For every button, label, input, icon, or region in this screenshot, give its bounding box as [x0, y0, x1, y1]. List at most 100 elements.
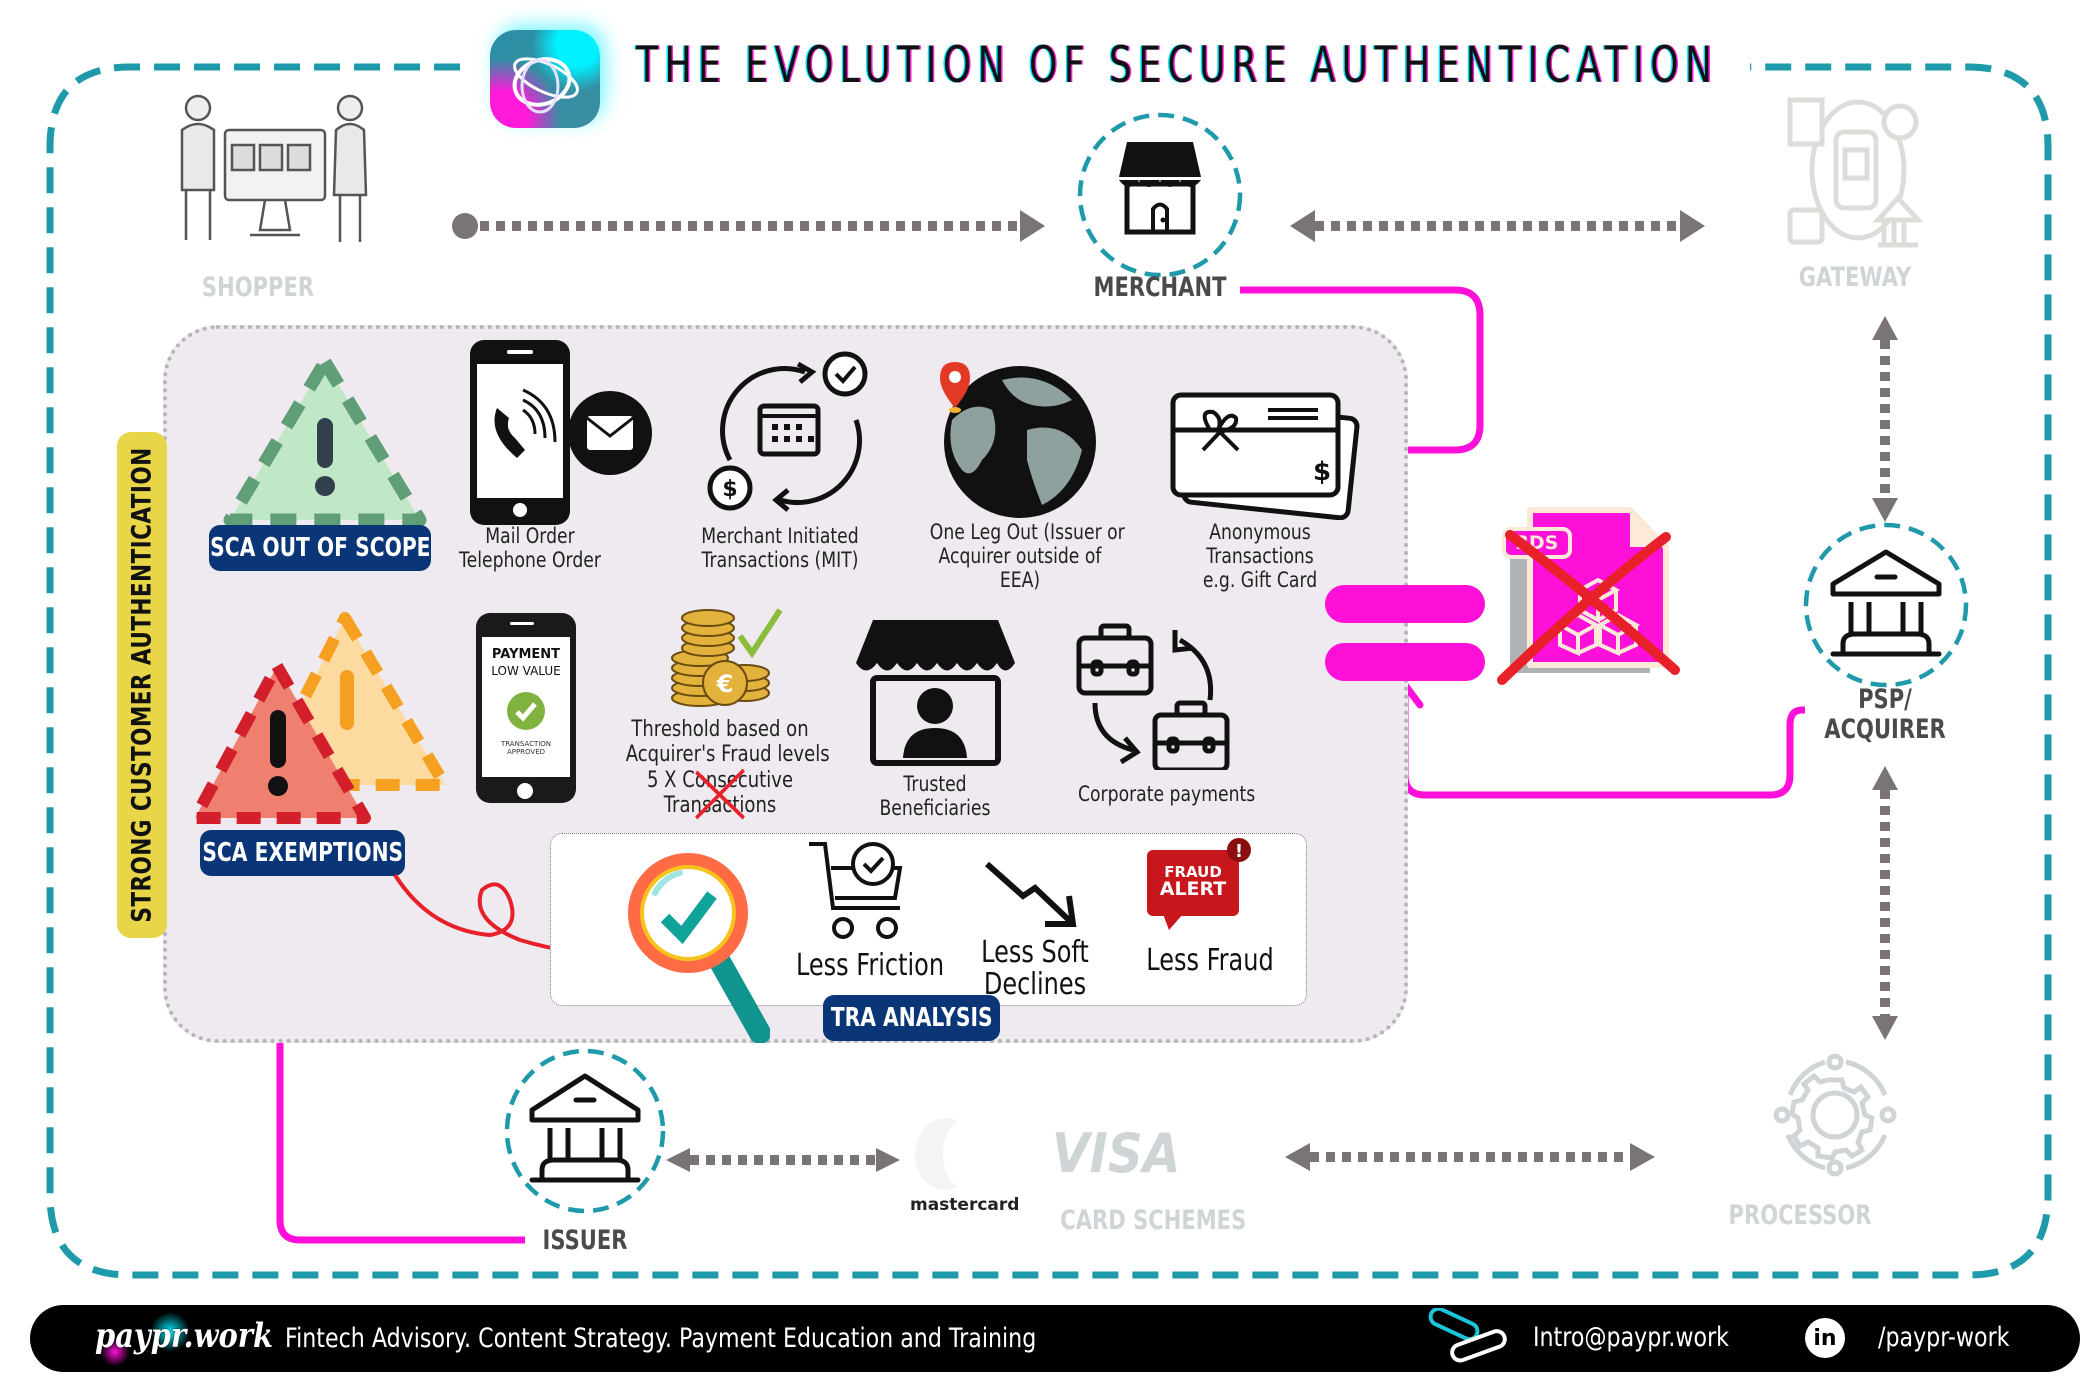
- psp-acquirer-node[interactable]: [1803, 522, 1969, 688]
- arrow-schemes-processor: [1285, 1143, 1655, 1171]
- caption-line: Transactions (MIT): [701, 548, 859, 573]
- mail-telephone-order-caption: Mail Order Telephone Order: [456, 524, 604, 572]
- linkedin-icon-text: in: [1813, 1325, 1837, 1351]
- arrow-merchant-gateway: [1290, 210, 1705, 242]
- visa-logo: VISA: [1052, 1122, 1181, 1185]
- sca-exemptions-badge: SCA EXEMPTIONS: [200, 830, 405, 876]
- caption-line: Trusted: [903, 772, 967, 796]
- merchant-node[interactable]: [1077, 112, 1243, 278]
- flow-psp-to-3ds: [1401, 690, 1805, 799]
- struck-caption: 5 X Consecutive Transactions: [626, 768, 815, 820]
- cart-check-icon: [809, 842, 903, 939]
- caption-line: Threshold based on: [631, 717, 809, 742]
- fraud-alert-icon: ! FRAUD ALERT: [1143, 838, 1253, 933]
- red-cross-icon: [695, 768, 745, 820]
- threshold-caption: Threshold based on Acquirer's Fraud leve…: [625, 717, 830, 820]
- sca-out-of-scope-badge: SCA OUT OF SCOPE: [209, 525, 431, 571]
- gateway-node[interactable]: [1778, 90, 1938, 250]
- footer-linkedin-link[interactable]: /paypr-work: [1878, 1322, 2009, 1353]
- globe-pin-icon: [940, 362, 1096, 518]
- shopper-label: SHOPPER: [201, 272, 315, 303]
- arrow-psp-processor: [1872, 766, 1898, 1040]
- phone-speaker: [510, 622, 534, 625]
- arrow-issuer-schemes: [666, 1148, 900, 1172]
- caption-line: Merchant Initiated: [701, 524, 859, 548]
- processor-node[interactable]: [1760, 1040, 1910, 1190]
- issuer-label: ISSUER: [542, 1225, 628, 1256]
- svg-text:$: $: [1313, 457, 1331, 487]
- caption-line: Anonymous: [1209, 520, 1311, 544]
- sca-side-label-text: STRONG CUSTOMER AUTHENTICATION: [126, 447, 158, 923]
- magnifier-check-icon: [628, 853, 770, 1043]
- caption-line: Transactions: [1206, 544, 1314, 569]
- tra-analysis-badge: TRA ANALYSIS: [823, 995, 1000, 1041]
- recurring-calendar-icon: $: [707, 351, 868, 512]
- red-cross-icon: [1497, 530, 1680, 685]
- trusted-beneficiary-icon: [856, 620, 1015, 766]
- caption-line: e.g. Gift Card: [1202, 568, 1318, 593]
- shopper-icon: [180, 94, 368, 242]
- flow-issuer-to-panel: [276, 1018, 525, 1244]
- trend-down-icon: [985, 861, 1077, 927]
- mastercard-wordmark: mastercard: [910, 1195, 1020, 1215]
- mastercard-logo: [915, 1118, 993, 1193]
- gift-card-icon: $: [1170, 392, 1360, 520]
- label-line: ACQUIRER: [1824, 713, 1946, 745]
- corporate-payments-caption: Corporate payments: [1078, 782, 1256, 806]
- arrow-gateway-psp: [1872, 316, 1898, 522]
- less-friction-label: Less Friction: [795, 948, 945, 983]
- caption-line: EEA): [999, 568, 1041, 593]
- issuer-node[interactable]: [502, 1048, 668, 1214]
- threeds-document-crossed: 3DS: [1490, 495, 1690, 695]
- gateway-label: GATEWAY: [1798, 262, 1912, 293]
- bank-icon: [1803, 522, 1969, 688]
- phone-low-value-subtitle: LOW VALUE: [491, 664, 561, 678]
- low-value-phone: PAYMENT LOW VALUE TRANSACTION APPROVED: [476, 613, 576, 803]
- arrow-shopper-to-merchant: [452, 210, 1045, 242]
- caption-line: Corporate payments: [1078, 782, 1256, 806]
- status-line: APPROVED: [506, 747, 546, 756]
- card-schemes-label: CARD SCHEMES: [1060, 1205, 1247, 1236]
- svg-text:!: !: [1235, 841, 1243, 862]
- fraud-alert-text: FRAUD ALERT: [1147, 865, 1239, 899]
- processor-label: PROCESSOR: [1728, 1200, 1872, 1231]
- brand-logo-icon: [490, 30, 600, 128]
- label-line: PSP/: [1858, 684, 1912, 715]
- less-soft-declines-label: Less Soft Declines: [955, 937, 1115, 1000]
- caption-line: Beneficiaries: [879, 796, 991, 821]
- equals-sign-icon: [1325, 585, 1490, 681]
- one-leg-out-caption: One Leg Out (Issuer or Acquirer outside …: [929, 520, 1125, 593]
- approved-check-icon: [507, 692, 545, 730]
- less-fraud-label: Less Fraud: [1146, 943, 1274, 978]
- phone-mail-icon: [470, 340, 652, 525]
- footer-email-link[interactable]: Intro@paypr.work: [1533, 1322, 1729, 1353]
- mastercard-overlap: [943, 1118, 993, 1190]
- phone-home-button: [517, 783, 533, 799]
- psp-acquirer-label: PSP/ ACQUIRER: [1807, 685, 1963, 744]
- fraud-alert-line: ALERT: [1159, 878, 1227, 900]
- phone-payment-title: PAYMENT: [491, 647, 561, 662]
- svg-text:€: €: [716, 670, 734, 698]
- linkedin-icon[interactable]: in: [1805, 1318, 1845, 1358]
- caption-line: One Leg Out (Issuer or: [929, 520, 1125, 544]
- paperclip-email-icon: [1428, 1308, 1507, 1363]
- storefront-icon: [1077, 112, 1243, 278]
- bank-icon: [504, 1048, 666, 1214]
- merchant-label: MERCHANT: [1093, 272, 1227, 303]
- phone-screen: PAYMENT LOW VALUE TRANSACTION APPROVED: [482, 637, 570, 777]
- warning-triangle-green-icon: [223, 355, 427, 527]
- caption-line: Telephone Order: [459, 548, 601, 573]
- footer-brand[interactable]: paypr.work: [95, 1316, 273, 1356]
- label-line: Less Soft: [981, 935, 1089, 970]
- shopper-node: [170, 90, 380, 260]
- warning-triangles-exemption-icon: [190, 612, 451, 824]
- sca-side-label: STRONG CUSTOMER AUTHENTICATION: [117, 432, 167, 938]
- caption-line: Acquirer outside of: [938, 544, 1102, 569]
- footer-tagline: Fintech Advisory. Content Strategy. Paym…: [285, 1323, 1037, 1354]
- briefcase-exchange-icon: [1076, 623, 1230, 770]
- caption-line: Acquirer's Fraud levels: [625, 742, 830, 768]
- gear-cycle-icon: [1773, 1053, 1897, 1177]
- gateway-icon: [1787, 97, 1924, 248]
- euro-coins-icon: €: [671, 608, 783, 707]
- trusted-beneficiaries-caption: Trusted Beneficiaries: [861, 772, 1009, 820]
